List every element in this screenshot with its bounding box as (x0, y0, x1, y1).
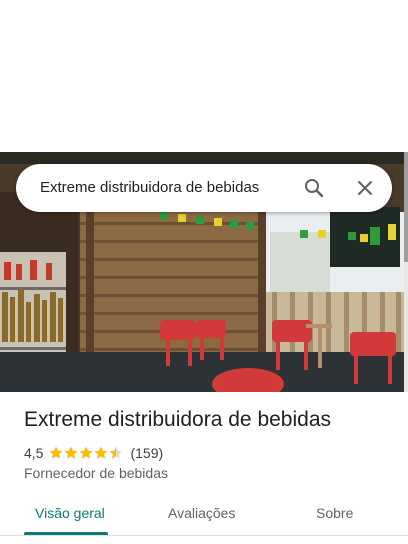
place-title: Extreme distribuidora de bebidas (24, 408, 332, 431)
rating-row[interactable]: 4,5 (159) (24, 443, 163, 463)
star-icon (110, 446, 123, 459)
tab-about[interactable]: Sobre (316, 505, 353, 521)
star-icon (80, 446, 93, 459)
rating-value: 4,5 (24, 445, 44, 461)
star-rating (49, 446, 124, 460)
search-icon (305, 179, 324, 198)
map-blank-area (0, 0, 408, 152)
star-icon (50, 446, 63, 459)
review-count[interactable]: (159) (130, 445, 163, 461)
divider (0, 535, 408, 536)
search-input[interactable]: Extreme distribuidora de bebidas (40, 179, 259, 196)
close-icon (358, 181, 372, 195)
scrollbar-thumb[interactable] (404, 152, 408, 262)
tab-overview[interactable]: Visão geral (35, 505, 105, 521)
place-category[interactable]: Fornecedor de bebidas (24, 465, 168, 481)
star-icon (95, 446, 108, 459)
close-button[interactable] (349, 172, 381, 204)
tab-reviews[interactable]: Avaliações (168, 505, 235, 521)
star-icon (65, 446, 78, 459)
search-button[interactable] (298, 172, 330, 204)
search-bar[interactable]: Extreme distribuidora de bebidas (16, 164, 392, 212)
scrollbar[interactable] (404, 152, 408, 392)
